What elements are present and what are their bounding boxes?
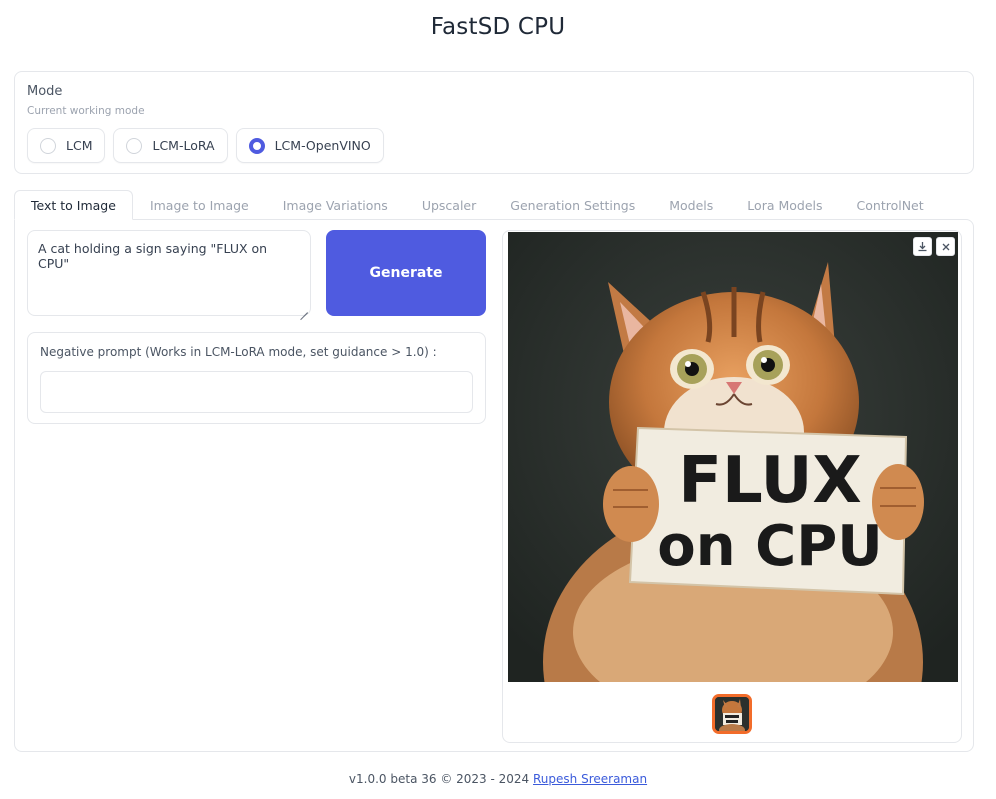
mode-option-lcm[interactable]: LCM — [27, 128, 106, 163]
prompt-input[interactable]: A cat holding a sign saying "FLUX on CPU… — [27, 230, 311, 316]
radio-label: LCM-LoRA — [152, 138, 215, 153]
prompt-text: A cat holding a sign saying "FLUX on CPU… — [38, 241, 268, 271]
negative-prompt-label: Negative prompt (Works in LCM-LoRA mode,… — [40, 345, 437, 359]
mode-option-lcm-openvino[interactable]: LCM-OpenVINO — [235, 128, 384, 163]
text-to-image-panel: A cat holding a sign saying "FLUX on CPU… — [14, 219, 974, 752]
generated-image[interactable]: FLUX on CPU — [508, 232, 958, 682]
close-icon-glyph — [942, 243, 949, 250]
tab-image-to-image[interactable]: Image to Image — [133, 190, 266, 220]
download-icon[interactable] — [913, 237, 932, 256]
sign-text-line2: on CPU — [657, 514, 882, 579]
tab-bar: Text to Image Image to Image Image Varia… — [14, 190, 941, 220]
app-title: FastSD CPU — [430, 14, 566, 40]
gallery-thumbnail[interactable] — [712, 694, 752, 734]
mode-radio-group: LCM LCM-LoRA LCM-OpenVINO — [27, 128, 384, 163]
generate-button[interactable]: Generate — [326, 230, 486, 316]
tab-controlnet[interactable]: ControlNet — [840, 190, 941, 220]
radio-button[interactable] — [126, 137, 143, 154]
cat-image: FLUX on CPU — [508, 232, 958, 682]
radio-label: LCM — [66, 138, 93, 153]
tab-image-variations[interactable]: Image Variations — [266, 190, 405, 220]
version-text: v1.0.0 beta 36 © 2023 - 2024 — [348, 772, 533, 786]
resize-handle-icon[interactable] — [300, 305, 308, 313]
sign-text-line1: FLUX — [678, 444, 862, 518]
output-gallery: FLUX on CPU — [502, 230, 962, 743]
footer: v1.0.0 beta 36 © 2023 - 2024 Rupesh Sree… — [0, 772, 996, 786]
mode-label: Mode — [27, 84, 63, 99]
author-link[interactable]: Rupesh Sreeraman — [533, 772, 647, 786]
close-icon[interactable] — [936, 237, 955, 256]
thumbnail-image — [715, 697, 749, 731]
mode-option-lcm-lora[interactable]: LCM-LoRA — [113, 128, 228, 163]
tab-models[interactable]: Models — [652, 190, 730, 220]
mode-panel: Mode Current working mode LCM LCM-LoRA L… — [14, 71, 974, 174]
tab-lora-models[interactable]: Lora Models — [730, 190, 839, 220]
mode-info: Current working mode — [27, 105, 145, 117]
tab-generation-settings[interactable]: Generation Settings — [493, 190, 652, 220]
negative-prompt-panel: Negative prompt (Works in LCM-LoRA mode,… — [27, 332, 486, 424]
tab-text-to-image[interactable]: Text to Image — [14, 190, 133, 220]
radio-button-checked[interactable] — [248, 137, 265, 154]
tab-upscaler[interactable]: Upscaler — [405, 190, 493, 220]
radio-label: LCM-OpenVINO — [274, 138, 371, 153]
negative-prompt-input[interactable] — [40, 371, 473, 413]
download-icon-glyph — [918, 242, 927, 252]
radio-button[interactable] — [40, 137, 56, 154]
